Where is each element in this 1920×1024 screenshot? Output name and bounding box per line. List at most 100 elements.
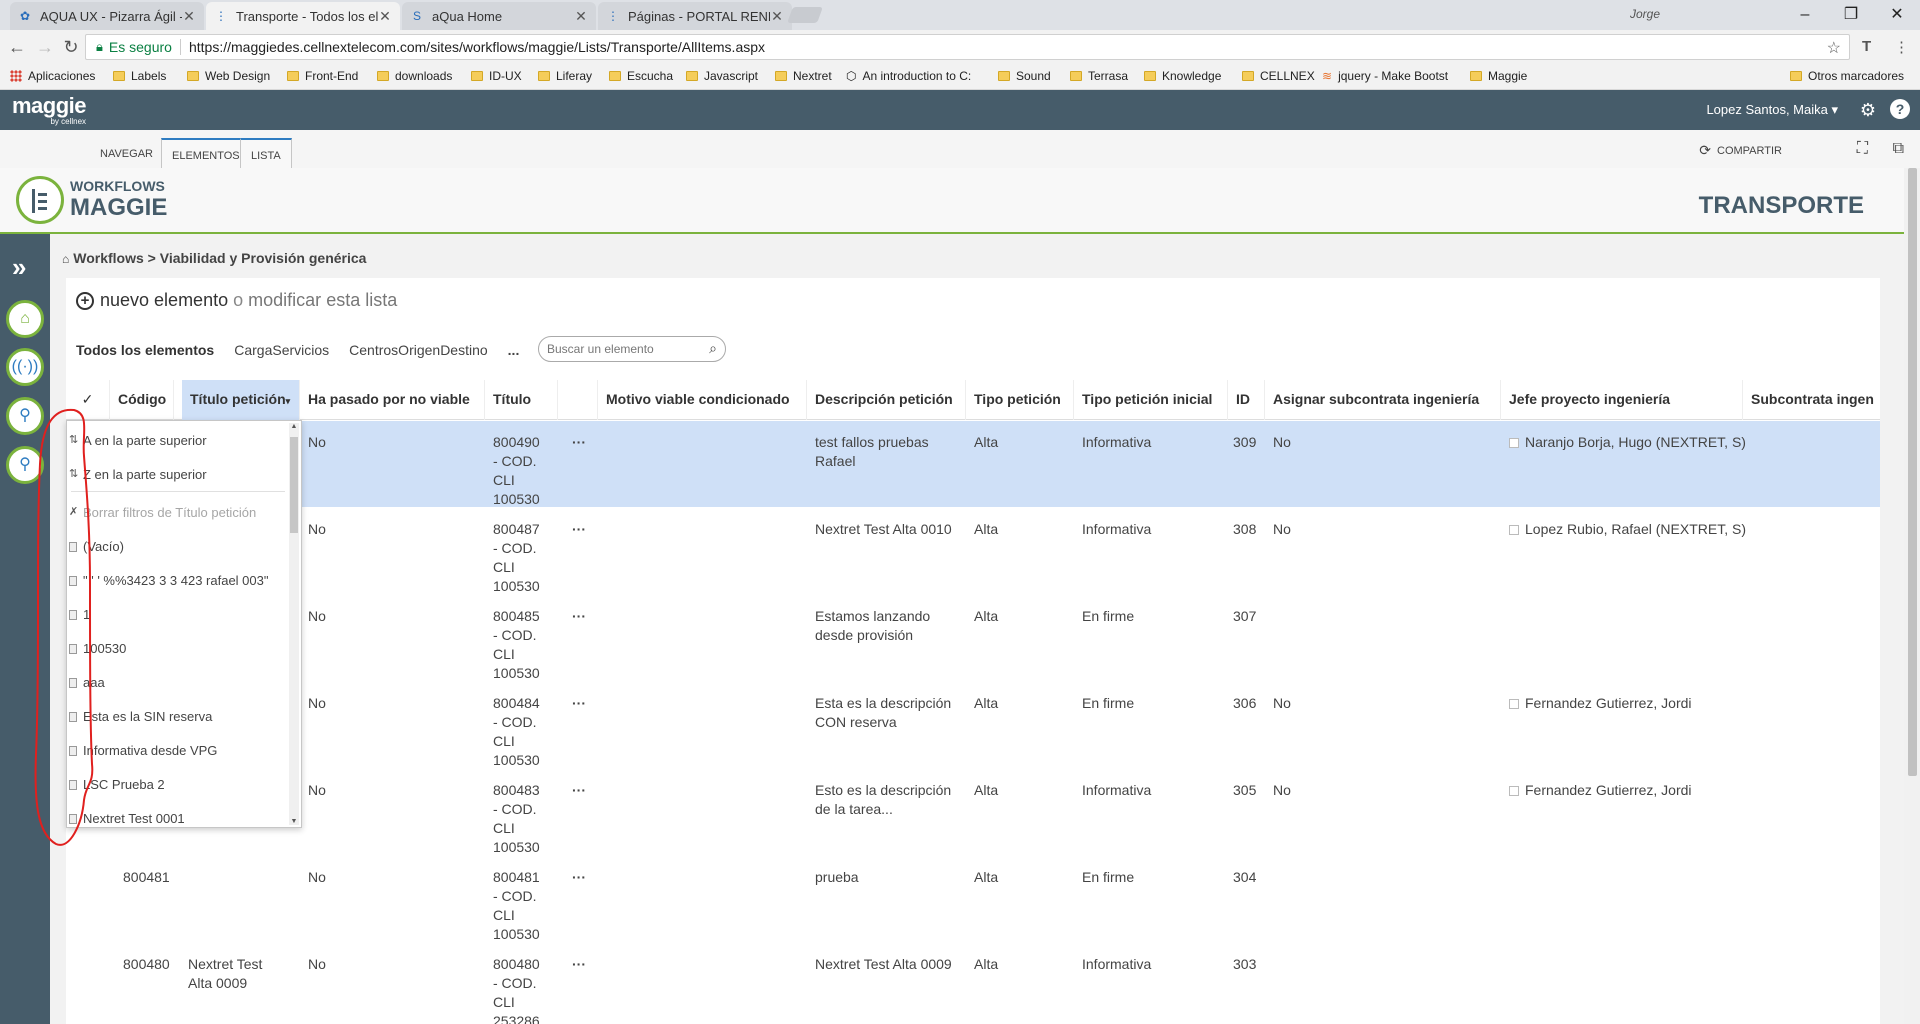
search-input[interactable]: Buscar un elemento ⌕: [538, 336, 726, 362]
breadcrumb[interactable]: ⌂ Workflows > Viabilidad y Provisión gené…: [62, 250, 366, 266]
cell-titulo[interactable]: 800490 - COD. CLI 100530: [493, 433, 540, 509]
row-menu-ellipsis-icon[interactable]: ···: [572, 868, 586, 887]
cell-titulo[interactable]: 800485 - COD. CLI 100530: [493, 607, 540, 683]
view-carga-servicios[interactable]: CargaServicios: [234, 342, 329, 358]
view-all-items[interactable]: Todos los elementos: [76, 342, 214, 358]
bookmark-link[interactable]: ⬡ An introduction to C:: [846, 69, 971, 83]
back-icon[interactable]: ←: [6, 36, 28, 58]
column-header-no-viable[interactable]: Ha pasado por no viable: [300, 380, 485, 420]
search-icon[interactable]: ⌕: [709, 340, 717, 357]
new-tab-button[interactable]: [787, 7, 823, 23]
view-centros-origen-destino[interactable]: CentrosOrigenDestino: [349, 342, 488, 358]
bookmark-folder[interactable]: Maggie: [1470, 69, 1527, 83]
new-item-link[interactable]: nuevo elemento: [100, 290, 228, 311]
column-header-subcontrata[interactable]: Subcontrata ingen: [1743, 380, 1880, 420]
row-menu-ellipsis-icon[interactable]: ···: [572, 781, 586, 800]
table-row[interactable]: No 800484 - COD. CLI 100530 ··· Esta es la …: [66, 682, 1880, 769]
bookmark-folder[interactable]: Liferay: [538, 69, 592, 83]
more-views-ellipsis-icon[interactable]: ...: [508, 342, 520, 358]
tab-elementos[interactable]: ELEMENTOS: [161, 138, 251, 168]
bookmark-folder[interactable]: Sound: [998, 69, 1051, 83]
share-button[interactable]: ⟳ COMPARTIR: [1699, 142, 1782, 159]
scroll-up-icon[interactable]: ▲: [289, 423, 299, 430]
translate-icon[interactable]: ⧉: [1893, 140, 1904, 158]
site-title[interactable]: MAGGIE: [70, 194, 167, 222]
reload-icon[interactable]: ↻: [60, 36, 82, 58]
column-header-motivo[interactable]: Motivo viable condicionado: [598, 380, 807, 420]
restore-icon[interactable]: ❐: [1828, 3, 1874, 27]
close-icon[interactable]: ✕: [574, 8, 588, 25]
column-header-jefe[interactable]: Jefe proyecto ingeniería: [1501, 380, 1743, 420]
browser-profile-name[interactable]: Jorge: [1630, 7, 1660, 21]
cell-titulo[interactable]: 800480 - COD. CLI 253286: [493, 955, 540, 1024]
browser-tab-aqua[interactable]: ✿ AQUA UX - Pizarra Ágil - ✕: [10, 2, 204, 30]
chevron-down-icon[interactable]: ▾: [286, 396, 291, 406]
forward-icon[interactable]: →: [34, 36, 56, 58]
bookmark-folder[interactable]: downloads: [377, 69, 452, 83]
bookmark-folder[interactable]: Labels: [113, 69, 166, 83]
row-menu-ellipsis-icon[interactable]: ···: [572, 433, 586, 452]
cell-titulo[interactable]: 800481 - COD. CLI 100530: [493, 868, 540, 944]
table-row[interactable]: 800480 Nextret Test Alta 0009 No 800480 -…: [66, 943, 1880, 1024]
bookmark-folder[interactable]: Web Design: [187, 69, 270, 83]
cell-jefe[interactable]: Naranjo Borja, Hugo (NEXTRET, S): [1509, 433, 1746, 452]
bookmark-folder-other[interactable]: Otros marcadores: [1790, 69, 1904, 83]
clear-filter-option[interactable]: ✗ Borrar filtros de Título petición: [69, 505, 256, 520]
table-row[interactable]: No 800485 - COD. CLI 100530 ··· Estamos lan…: [66, 595, 1880, 682]
url-field[interactable]: 🔒︎ Es seguro https://maggiedes.cellnexte…: [85, 34, 1850, 60]
column-header-codigo[interactable]: Código: [110, 380, 174, 420]
row-menu-ellipsis-icon[interactable]: ···: [572, 955, 586, 974]
workflows-logo[interactable]: [16, 176, 64, 224]
bookmark-folder[interactable]: CELLNEX: [1242, 69, 1315, 83]
close-icon[interactable]: ✕: [378, 8, 392, 25]
page-scrollbar[interactable]: [1904, 168, 1920, 1024]
cell-titulo[interactable]: 800484 - COD. CLI 100530: [493, 694, 540, 770]
bookmark-folder[interactable]: Front-End: [287, 69, 358, 83]
table-row[interactable]: No 800483 - COD. CLI 100530 ··· Esto es la …: [66, 769, 1880, 856]
expand-double-chevron-icon[interactable]: »: [12, 252, 26, 283]
cell-jefe[interactable]: Lopez Rubio, Rafael (NEXTRET, S): [1509, 520, 1746, 539]
cell-jefe[interactable]: Fernandez Gutierrez, Jordi: [1509, 694, 1692, 713]
column-header-tipo-inicial[interactable]: Tipo petición inicial: [1074, 380, 1228, 420]
bookmark-apps[interactable]: Aplicaciones: [10, 69, 95, 83]
bookmark-folder[interactable]: Escucha: [609, 69, 673, 83]
row-menu-ellipsis-icon[interactable]: ···: [572, 520, 586, 539]
column-header-titulo-peticion[interactable]: Título petición▾: [182, 380, 300, 420]
bookmark-folder[interactable]: Knowledge: [1144, 69, 1221, 83]
dropdown-scroll-thumb[interactable]: [290, 437, 298, 533]
maggie-logo[interactable]: maggie by cellnex: [12, 95, 87, 127]
bookmark-folder[interactable]: Terrasa: [1070, 69, 1128, 83]
bookmark-link[interactable]: ≋ jquery - Make Bootst: [1322, 69, 1448, 83]
user-menu[interactable]: Lopez Santos, Maika ▾: [1706, 102, 1838, 118]
gear-icon[interactable]: ⚙: [1860, 100, 1876, 121]
bookmark-folder[interactable]: Javascript: [686, 69, 758, 83]
cell-jefe[interactable]: Fernandez Gutierrez, Jordi: [1509, 781, 1692, 800]
focus-content-icon[interactable]: ⛶: [1857, 140, 1868, 158]
column-header-tipo[interactable]: Tipo petición: [966, 380, 1074, 420]
cell-titulo[interactable]: 800487 - COD. CLI 100530: [493, 520, 540, 596]
close-icon[interactable]: ✕: [770, 8, 784, 25]
browser-tab-paginas[interactable]: ⋮ Páginas - PORTAL RENEC ✕: [598, 2, 792, 30]
browser-tab-transporte[interactable]: ⋮ Transporte - Todos los el ✕: [206, 2, 400, 30]
browser-menu-icon[interactable]: ⋮: [1894, 38, 1909, 56]
help-icon[interactable]: ?: [1890, 99, 1910, 119]
scroll-down-icon[interactable]: ▼: [289, 818, 299, 825]
signal-icon[interactable]: ((·)): [6, 348, 44, 386]
add-icon[interactable]: +: [76, 291, 94, 310]
tab-navegar[interactable]: NAVEGAR: [90, 138, 163, 168]
table-row[interactable]: 800481 No 800481 - COD. CLI 100530 ··· prue…: [66, 856, 1880, 943]
page-scroll-thumb[interactable]: [1908, 168, 1917, 776]
column-header-titulo[interactable]: Título: [485, 380, 558, 420]
cell-titulo[interactable]: 800483 - COD. CLI 100530: [493, 781, 540, 857]
browser-tab-aqua-home[interactable]: S aQua Home ✕: [402, 2, 596, 30]
column-header-asignar[interactable]: Asignar subcontrata ingeniería: [1265, 380, 1501, 420]
table-row[interactable]: No 800487 - COD. CLI 100530 ··· Nextret Tes…: [66, 508, 1880, 595]
bookmark-folder[interactable]: ID-UX: [471, 69, 522, 83]
row-menu-ellipsis-icon[interactable]: ···: [572, 607, 586, 626]
window-close-icon[interactable]: ✕: [1874, 3, 1920, 27]
extension-t-icon[interactable]: T: [1862, 38, 1871, 55]
row-menu-ellipsis-icon[interactable]: ···: [572, 694, 586, 713]
filter-value-option[interactable]: " ' ' %%3423 3 3 423 rafael 003": [69, 573, 269, 588]
edit-list-link[interactable]: modificar: [248, 290, 321, 311]
column-header-id[interactable]: ID: [1228, 380, 1265, 420]
